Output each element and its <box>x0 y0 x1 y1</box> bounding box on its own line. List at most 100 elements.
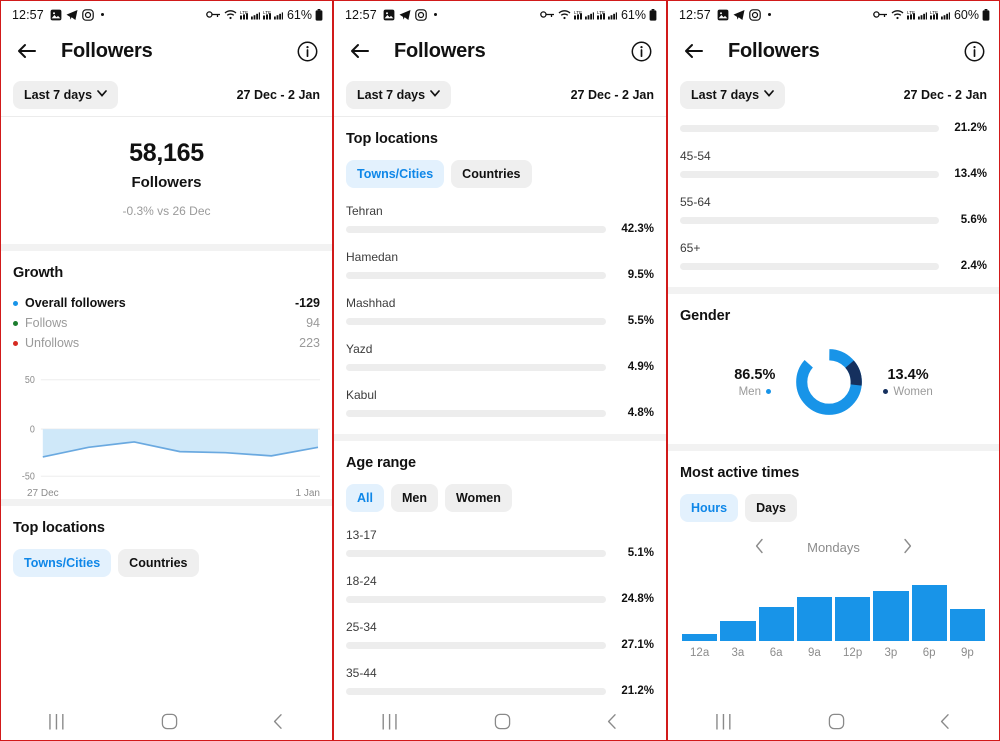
active-times-title: Most active times <box>680 465 800 481</box>
recents-icon[interactable]: ||| <box>48 711 67 731</box>
growth-area-fill <box>42 429 319 457</box>
age-label-3: 35-44 <box>346 666 377 680</box>
active-times-section: Most active times Hours Days Mondays 12a… <box>668 451 999 659</box>
tab-countries[interactable]: Countries <box>451 160 532 188</box>
age-row: 25-34 27.1% <box>346 620 654 651</box>
hour-label-3: 9a <box>807 647 821 659</box>
location-row: Hamedan 9.5% <box>346 250 654 281</box>
age-track-0 <box>346 549 606 557</box>
age-label-6b: 65+ <box>680 241 701 255</box>
x-tick-end: 1 Jan <box>295 488 320 499</box>
location-track-2 <box>346 317 606 325</box>
tab-men[interactable]: Men <box>390 484 438 512</box>
hour-bar-3p <box>873 590 909 641</box>
hour-label-4: 12p <box>843 647 863 659</box>
y-tick-50: 50 <box>25 375 35 385</box>
legend-dot-blue <box>13 300 18 306</box>
age-track-3b <box>680 124 939 132</box>
growth-x-axis: 27 Dec 1 Jan <box>13 487 320 499</box>
vpn-key-icon <box>206 9 221 20</box>
hour-bar-12a <box>682 634 718 641</box>
app-bar-2: Followers <box>334 28 666 74</box>
growth-legend-item-overall[interactable]: Overall followers -129 <box>13 293 320 313</box>
chevron-down-icon <box>764 90 774 100</box>
date-range-dropdown[interactable]: Last 7 days <box>13 81 119 109</box>
growth-legend-item-unfollows[interactable]: Unfollows 223 <box>13 333 320 353</box>
android-nav-bar: ||| <box>1 702 332 740</box>
phone-screen-1: 12:57 LTE LTE 61% Followers Last 7 days … <box>0 0 333 741</box>
chevron-left-icon[interactable] <box>754 538 765 557</box>
info-icon[interactable] <box>964 41 985 62</box>
location-row: Tehran 42.3% <box>346 204 654 235</box>
date-range-dropdown-2[interactable]: Last 7 days <box>346 81 452 109</box>
location-track-4 <box>346 409 606 417</box>
scroll-body-2[interactable]: Top locations Towns/Cities Countries Teh… <box>334 117 666 702</box>
gender-donut-chart: 86.5% Men 13.4% Women <box>680 324 987 444</box>
status-right-icons-3: LTE LTE 60% <box>873 8 990 22</box>
location-pct-2: 5.5% <box>627 315 654 327</box>
growth-label-2: Unfollows <box>25 336 80 350</box>
y-tick-neg50: -50 <box>22 471 35 481</box>
section-separator-2 <box>1 499 332 506</box>
nav-back-icon[interactable] <box>271 713 285 730</box>
signal-lte-2-icon: LTE <box>596 9 617 20</box>
age-range-bars: 13-17 5.1% 18-24 24.8% 25-34 27.1% 35-44… <box>346 528 654 702</box>
tab-all[interactable]: All <box>346 484 384 512</box>
growth-value-1: 94 <box>306 316 320 330</box>
android-nav-bar-3: ||| <box>668 702 999 740</box>
growth-legend-item-follows[interactable]: Follows 94 <box>13 313 320 333</box>
home-icon[interactable] <box>828 713 845 730</box>
scroll-body-1[interactable]: 58,165 Followers -0.3% vs 26 Dec Growth … <box>1 117 332 702</box>
date-range-dropdown-3[interactable]: Last 7 days <box>680 81 786 109</box>
more-dot-icon <box>433 13 437 16</box>
tab-towns-cities[interactable]: Towns/Cities <box>346 160 445 188</box>
chevron-down-icon <box>430 90 440 100</box>
battery-icon <box>982 8 990 21</box>
location-track-1 <box>346 271 606 279</box>
info-icon[interactable] <box>631 41 652 62</box>
back-arrow-icon[interactable] <box>15 39 39 63</box>
page-title-3: Followers <box>728 39 820 62</box>
hour-bar-9p <box>949 609 985 641</box>
x-tick-start: 27 Dec <box>27 488 59 499</box>
tab-days[interactable]: Days <box>745 494 798 522</box>
age-pct-5b: 5.6% <box>960 214 987 226</box>
status-time: 12:57 <box>12 7 44 22</box>
nav-back-icon[interactable] <box>938 713 952 730</box>
active-times-tabs: Hours Days <box>680 494 987 522</box>
recents-icon[interactable]: ||| <box>381 711 400 731</box>
date-range-dropdown-label-2: Last 7 days <box>357 88 426 102</box>
y-tick-0: 0 <box>30 424 35 434</box>
tab-towns-cities[interactable]: Towns/Cities <box>13 549 112 577</box>
day-label: Mondays <box>807 540 860 555</box>
back-arrow-icon[interactable] <box>682 39 706 63</box>
gender-men: 86.5% Men <box>734 367 775 398</box>
nav-back-icon[interactable] <box>605 713 619 730</box>
age-label-5b: 55-64 <box>680 195 711 209</box>
tab-hours[interactable]: Hours <box>680 494 739 522</box>
followers-delta: -0.3% vs 26 Dec <box>122 204 211 218</box>
scroll-body-3[interactable]: 21.2% 45-54 13.4% 55-64 5.6% 65+ 2.4% Ge… <box>668 116 999 702</box>
home-icon[interactable] <box>494 713 511 730</box>
home-icon[interactable] <box>161 713 178 730</box>
hour-label-6: 6p <box>922 647 936 659</box>
hour-bar-6p <box>911 585 947 641</box>
gender-men-dot <box>765 389 771 394</box>
back-arrow-icon[interactable] <box>348 39 372 63</box>
location-row: Mashhad 5.5% <box>346 296 654 327</box>
tab-women[interactable]: Women <box>444 484 512 512</box>
recents-icon[interactable]: ||| <box>715 711 734 731</box>
chevron-right-icon[interactable] <box>902 538 913 557</box>
chevron-down-icon <box>97 90 107 100</box>
status-left-icons <box>50 8 104 21</box>
gender-women-dot <box>883 389 889 394</box>
age-pct-2: 27.1% <box>621 639 654 651</box>
info-icon[interactable] <box>297 41 318 62</box>
growth-label-0: Overall followers <box>25 296 126 310</box>
date-range-text-2: 27 Dec - 2 Jan <box>570 88 654 102</box>
battery-percent: 61% <box>286 7 312 22</box>
gender-women: 13.4% Women <box>883 367 933 398</box>
tab-countries[interactable]: Countries <box>118 549 199 577</box>
day-navigator: Mondays <box>680 538 987 557</box>
age-range-tabs: All Men Women <box>346 484 654 512</box>
